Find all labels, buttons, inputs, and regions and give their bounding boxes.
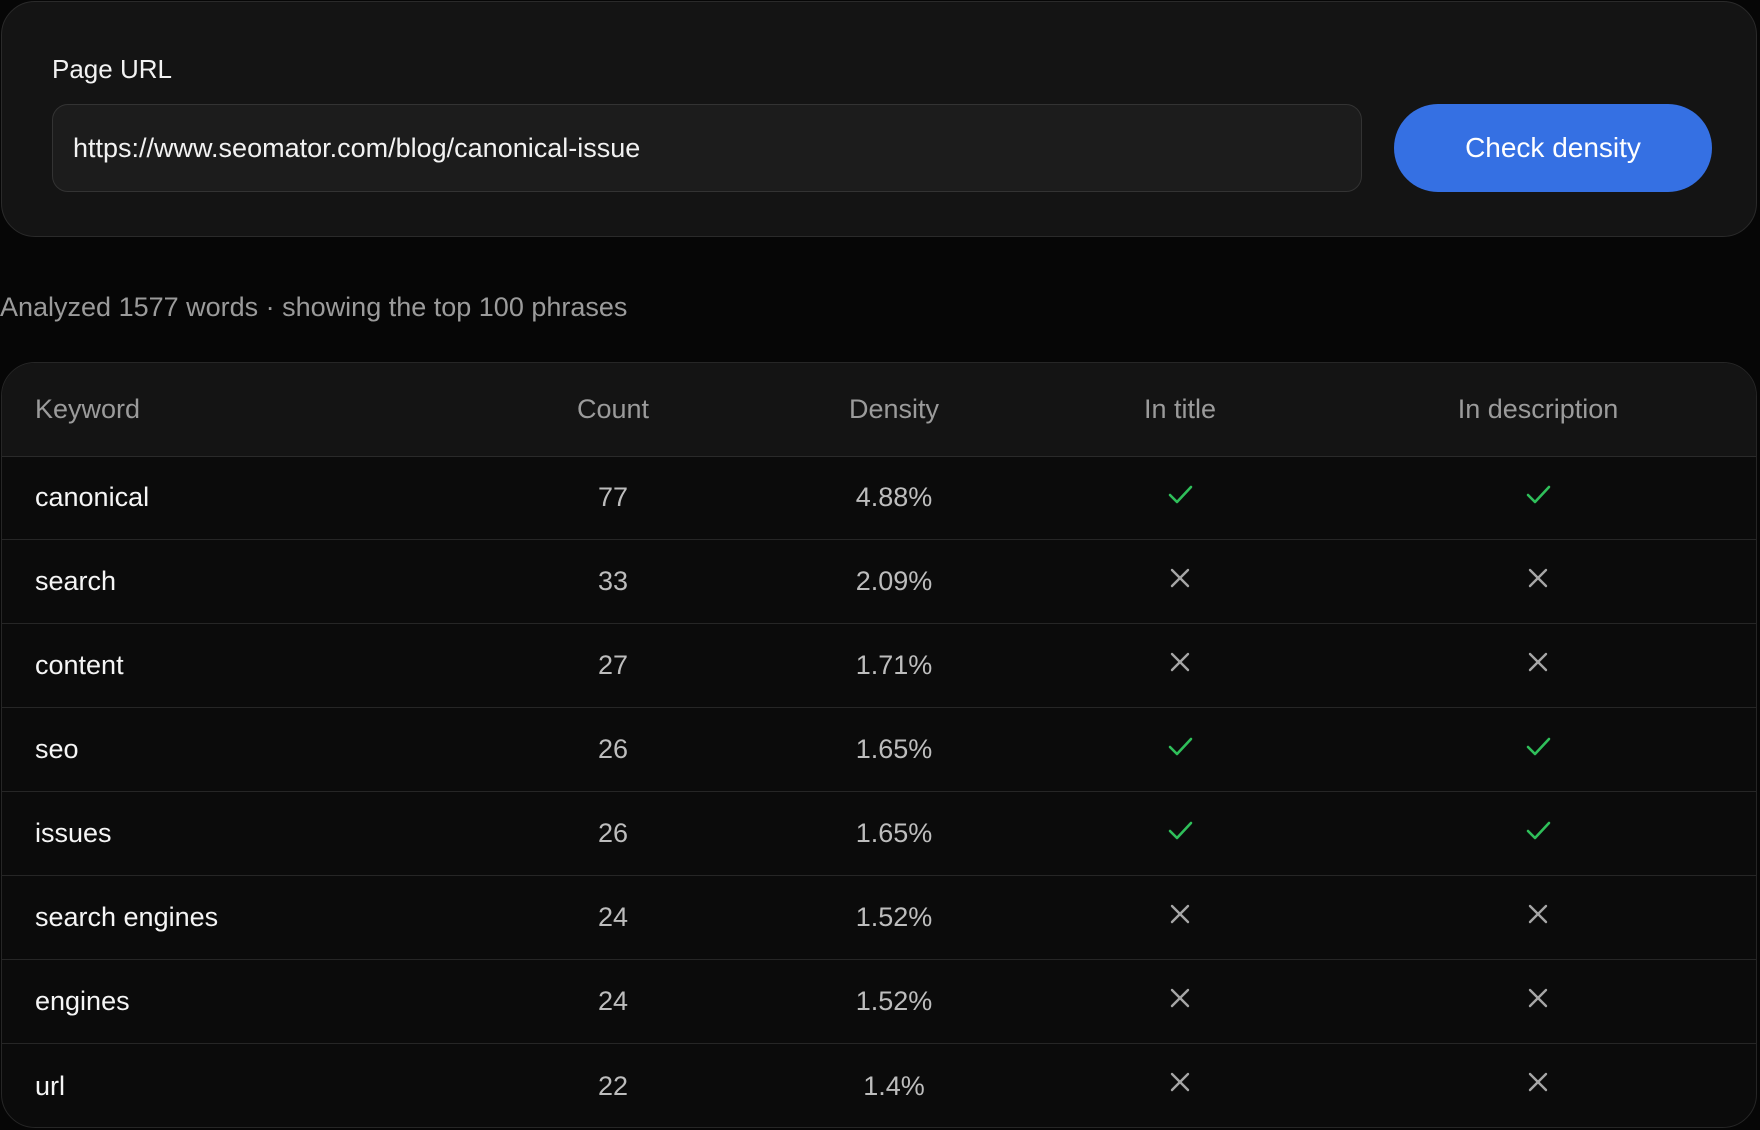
in-title-cross-icon xyxy=(1165,983,1195,1013)
analysis-summary: Analyzed 1577 words · showing the top 10… xyxy=(0,292,628,322)
keyword-cell: search engines xyxy=(35,902,219,932)
density-cell: 1.71% xyxy=(855,650,933,680)
keyword-cell: url xyxy=(35,1070,66,1101)
in-description-check-icon xyxy=(1523,479,1553,509)
in-description-cross-icon xyxy=(1523,983,1553,1013)
density-cell: 1.4% xyxy=(863,1070,925,1101)
count-cell: 33 xyxy=(597,566,629,596)
in-title-cell xyxy=(1100,456,1260,539)
density-cell: 1.65% xyxy=(855,734,933,764)
in-description-cross-icon xyxy=(1523,899,1553,929)
in-description-check-icon xyxy=(1523,731,1553,761)
count-cell: 26 xyxy=(597,818,629,848)
density-cell: 1.65% xyxy=(855,818,933,848)
table-row: search engines 24 1.52% xyxy=(2,876,1756,960)
in-title-cross-icon xyxy=(1165,1067,1195,1097)
density-cell: 2.09% xyxy=(855,566,933,596)
in-title-check-icon xyxy=(1165,731,1195,761)
page-url-label: Page URL xyxy=(52,54,172,84)
in-description-cell xyxy=(1378,960,1698,1043)
count-cell: 24 xyxy=(597,986,629,1016)
keyword-cell: issues xyxy=(35,818,112,848)
keyword-density-tool: Page URL Check density Analyzed 1577 wor… xyxy=(0,0,1760,1130)
count-cell: 77 xyxy=(597,482,629,512)
keyword-cell: engines xyxy=(35,986,130,1016)
in-description-cell xyxy=(1378,708,1698,791)
count-cell: 26 xyxy=(597,734,629,764)
table-row: engines 24 1.52% xyxy=(2,960,1756,1044)
density-cell: 1.52% xyxy=(855,902,933,932)
table-row: search 33 2.09% xyxy=(2,540,1756,624)
in-description-cell xyxy=(1378,540,1698,623)
in-title-cell xyxy=(1100,960,1260,1043)
in-description-cell xyxy=(1378,792,1698,875)
in-description-cell xyxy=(1378,624,1698,707)
density-cell: 4.88% xyxy=(855,482,933,512)
header-keyword: Keyword xyxy=(35,394,141,424)
in-description-cross-icon xyxy=(1523,647,1553,677)
count-cell: 24 xyxy=(597,902,629,932)
in-title-cross-icon xyxy=(1165,563,1195,593)
table-row: canonical 77 4.88% xyxy=(2,456,1756,540)
count-cell: 27 xyxy=(597,650,629,680)
table-row: url 22 1.4% xyxy=(2,1044,1756,1127)
in-title-check-icon xyxy=(1165,479,1195,509)
in-title-cross-icon xyxy=(1165,899,1195,929)
in-title-cell xyxy=(1100,624,1260,707)
header-density: Density xyxy=(848,394,940,424)
check-density-button[interactable]: Check density xyxy=(1394,104,1712,192)
in-title-cell xyxy=(1100,1044,1260,1127)
keyword-cell: canonical xyxy=(35,482,150,512)
table-row: issues 26 1.65% xyxy=(2,792,1756,876)
in-description-check-icon xyxy=(1523,815,1553,845)
table-row: seo 26 1.65% xyxy=(2,708,1756,792)
in-title-check-icon xyxy=(1165,815,1195,845)
in-title-cell xyxy=(1100,708,1260,791)
in-description-cross-icon xyxy=(1523,563,1553,593)
header-in-description: In description xyxy=(1457,394,1619,424)
table-header: Keyword Count Density In title In descri… xyxy=(2,363,1756,457)
in-description-cell xyxy=(1378,876,1698,959)
keyword-cell: search xyxy=(35,566,117,596)
page-url-input[interactable] xyxy=(52,104,1362,192)
keyword-table: Keyword Count Density In title In descri… xyxy=(1,362,1757,1128)
in-description-cross-icon xyxy=(1523,1067,1553,1097)
header-count: Count xyxy=(576,394,650,424)
count-cell: 22 xyxy=(597,1070,629,1101)
header-in-title: In title xyxy=(1143,394,1217,424)
keyword-cell: seo xyxy=(35,734,79,764)
keyword-cell: content xyxy=(35,650,124,680)
in-title-cross-icon xyxy=(1165,647,1195,677)
in-title-cell xyxy=(1100,540,1260,623)
table-row: content 27 1.71% xyxy=(2,624,1756,708)
in-description-cell xyxy=(1378,1044,1698,1127)
in-title-cell xyxy=(1100,792,1260,875)
url-form-card: Page URL Check density xyxy=(1,1,1757,237)
in-description-cell xyxy=(1378,456,1698,539)
in-title-cell xyxy=(1100,876,1260,959)
table-body: canonical 77 4.88% search 33 2.09% content 27 1.… xyxy=(2,456,1756,1127)
density-cell: 1.52% xyxy=(855,986,933,1016)
